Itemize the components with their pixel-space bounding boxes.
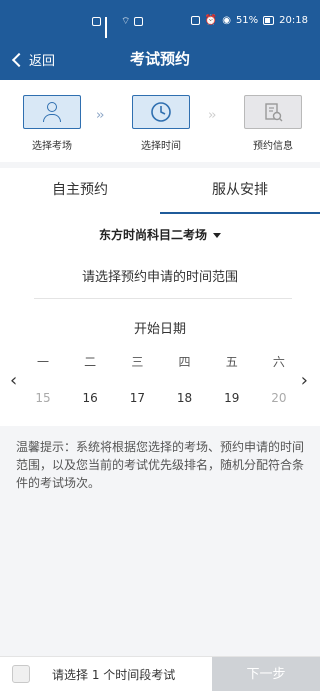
venue-selector[interactable]: 东方时尚科目二考场 [0,226,320,243]
step-select-venue[interactable]: 选择考场 [17,95,87,152]
step-arrow-icon: ›› [208,108,217,123]
date-option[interactable]: 19 [215,391,249,405]
step-booking-info: 预约信息 [238,95,308,152]
weekday-label: 一 [36,355,49,369]
time-selection-panel: 东方时尚科目二考场 请选择预约申请的时间范围 开始日期 一 二 三 四 五 六 … [0,214,320,426]
weekday-label: 四 [178,355,191,369]
battery-icon [263,16,275,25]
caret-down-icon [213,233,221,238]
status-time: 20:18 [279,15,308,26]
weekday-label: 六 [272,355,285,369]
selection-hint: 请选择 1 个时间段考试 [52,668,176,682]
booking-steps: 选择考场 ›› 选择时间 ›› 预约信息 [0,80,320,162]
date-option[interactable]: 17 [120,391,154,405]
date-option: 15 [35,391,51,405]
venue-name: 东方时尚科目二考场 [98,228,207,242]
app-notice-icon [134,17,144,26]
weekday-header: 一 二 三 四 五 六 [26,353,296,370]
start-date-label: 开始日期 [133,322,186,337]
battery-percentage: 51% [235,15,259,26]
wifi-icon: ⌔ [121,16,131,27]
page-title: 考试预约 [129,50,190,68]
step-label: 预约信息 [253,141,293,152]
system-status: ⏰ ◉ 51% 20:18 [190,15,308,26]
document-search-icon [244,95,302,129]
warm-tip: 温馨提示：系统将根据您选择的考场、预约申请的时间范围，以及您当前的考试优先级排名… [16,440,305,490]
time-range-prompt: 请选择预约申请的时间范围 [81,270,238,285]
date-option[interactable]: 16 [73,391,107,405]
step-arrow-icon: ›› [96,108,105,123]
weekday-label: 五 [225,355,238,369]
status-bar: ⌔ ⏰ ◉ 51% 20:18 [0,0,320,41]
step-select-time[interactable]: 选择时间 [126,95,196,152]
booking-tabs: 自主预约 服从安排 [0,168,320,215]
date-option[interactable]: 18 [168,391,202,405]
alarm-icon: ⏰ [204,15,218,26]
next-week-button[interactable]: › [301,370,308,391]
location-icon: ◉ [222,15,231,26]
step-label: 选择考场 [32,141,72,152]
date-option: 20 [271,391,287,405]
nfc-icon [190,16,200,25]
tab-follow-arrangement[interactable]: 服从安排 [160,168,320,214]
navigation-bar: 返回 考试预约 [0,38,320,80]
tab-self-booking[interactable]: 自主预约 [0,168,160,214]
signal-icon [105,17,117,41]
step-label: 选择时间 [141,141,181,152]
bottom-action-bar: 请选择 1 个时间段考试 下一步 [0,656,320,691]
next-step-button[interactable]: 下一步 [212,657,320,691]
weekday-label: 三 [131,355,144,369]
previous-week-button[interactable]: ‹ [10,370,17,391]
calendar-icon [12,665,30,683]
status-indicators: ⌔ [92,15,144,41]
date-row: 15 16 17 18 19 20 [26,391,296,405]
section-divider [34,298,292,299]
weekday-label: 二 [84,355,97,369]
notification-icon [92,17,101,26]
person-icon [23,95,81,129]
clock-icon [132,95,190,129]
